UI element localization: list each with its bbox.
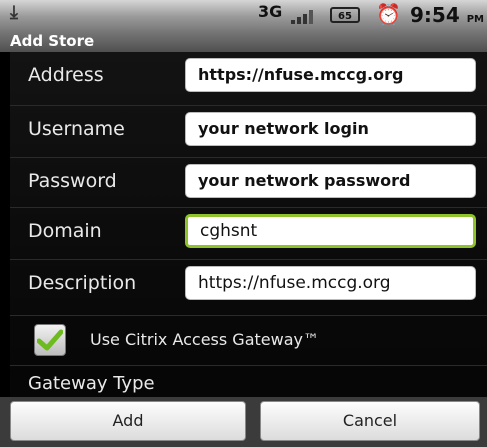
password-field[interactable]: your network password [185,164,476,198]
username-label: Username [28,118,125,140]
signal-bars-icon [291,8,317,24]
battery-icon: 65 [330,7,360,23]
status-bar: ⤓ 3G 65 ⏰ 9:54 PM [0,0,487,30]
citrix-gateway-label: Use Citrix Access Gateway™ [90,330,319,349]
address-label: Address [28,64,104,86]
description-row: Description https://nfuse.mccg.org [10,259,487,310]
network-type: 3G [258,2,283,21]
description-label: Description [28,272,137,294]
citrix-gateway-row[interactable]: Use Citrix Access Gateway™ [10,315,487,366]
domain-field[interactable]: cghsnt [185,214,476,248]
form-panel: Address https://nfuse.mccg.org Username … [10,52,487,409]
gateway-type-label: Gateway Type [28,373,155,394]
checkmark-icon [37,329,63,351]
dialog-title-bar: Add Store [0,30,487,52]
password-label: Password [28,170,117,192]
address-field[interactable]: https://nfuse.mccg.org [185,58,476,92]
citrix-gateway-checkbox[interactable] [34,324,66,356]
download-icon: ⤓ [10,2,18,23]
domain-row: Domain cghsnt [10,207,487,258]
description-field[interactable]: https://nfuse.mccg.org [185,266,476,300]
domain-label: Domain [28,220,102,242]
time-value: 9:54 [410,3,460,27]
clock: 9:54 PM [410,3,484,27]
time-ampm: PM [466,14,484,25]
button-bar: Add Cancel [0,397,487,447]
add-button[interactable]: Add [10,401,246,441]
cancel-button[interactable]: Cancel [260,401,480,441]
dialog-title: Add Store [10,32,95,50]
address-row: Address https://nfuse.mccg.org [10,52,487,102]
android-screen: ⤓ 3G 65 ⏰ 9:54 PM Add Store Address http… [0,0,487,447]
username-row: Username your network login [10,105,487,156]
username-field[interactable]: your network login [185,112,476,146]
password-row: Password your network password [10,157,487,208]
alarm-clock-icon: ⏰ [376,2,401,26]
